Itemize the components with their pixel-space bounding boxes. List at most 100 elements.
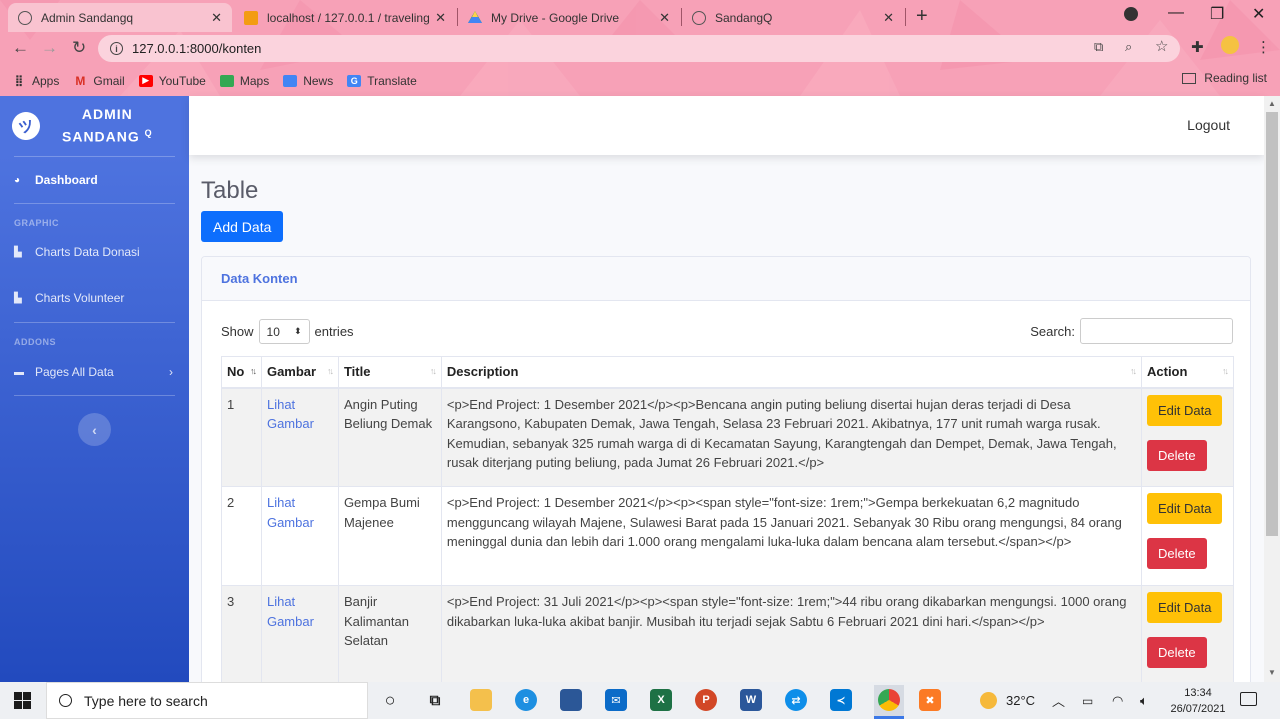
bookmark-label: Apps bbox=[32, 73, 60, 88]
google-drive-icon bbox=[468, 11, 482, 25]
restore-button[interactable]: ❐ bbox=[1210, 4, 1224, 24]
browser-menu-icon[interactable]: ⋮ bbox=[1256, 38, 1271, 56]
battery-icon[interactable]: ▭ bbox=[1082, 682, 1093, 719]
wifi-icon[interactable]: ◠ bbox=[1112, 682, 1123, 719]
lihat-gambar-link[interactable]: Lihat Gambar bbox=[267, 397, 314, 432]
close-tab-icon[interactable]: ✕ bbox=[435, 10, 446, 26]
close-window-button[interactable]: ✕ bbox=[1252, 4, 1265, 24]
mail-icon[interactable]: ✉ bbox=[605, 689, 627, 711]
sidebar-item-charts-volunteer[interactable]: ▙ Charts Volunteer bbox=[0, 274, 189, 322]
column-header-label: Action bbox=[1147, 364, 1188, 380]
delete-button[interactable]: Delete bbox=[1147, 538, 1207, 569]
bookmark-news[interactable]: News bbox=[283, 74, 333, 88]
entries-label: entries bbox=[314, 324, 354, 339]
bookmark-apps[interactable]: ⣿ Apps bbox=[12, 73, 60, 88]
sidebar-item-label: Dashboard bbox=[35, 173, 98, 187]
back-arrow-icon[interactable]: ← bbox=[12, 38, 29, 58]
teamviewer-icon[interactable]: ⇄ bbox=[785, 689, 807, 711]
show-hidden-icons-chevron-icon[interactable]: ︿ bbox=[1052, 682, 1065, 719]
weather-widget[interactable]: 32°C bbox=[980, 682, 1035, 719]
address-bar[interactable]: i 127.0.0.1:8000/konten bbox=[98, 35, 1180, 62]
edit-data-button[interactable]: Edit Data bbox=[1147, 592, 1223, 623]
bookmark-star-icon[interactable]: ☆ bbox=[1155, 37, 1168, 55]
logout-link[interactable]: Logout bbox=[1187, 117, 1230, 133]
word-icon[interactable]: W bbox=[740, 689, 762, 711]
sidebar-item-charts-donasi[interactable]: ▙ Charts Data Donasi bbox=[0, 230, 189, 274]
delete-button[interactable]: Delete bbox=[1147, 439, 1207, 471]
column-header-no[interactable]: No ↑↓ bbox=[221, 356, 262, 389]
profile-menu-icon[interactable] bbox=[1124, 7, 1138, 21]
tab-admin-sandangq[interactable]: Admin Sandangq ✕ bbox=[8, 3, 232, 32]
new-tab-button[interactable]: + bbox=[916, 5, 928, 28]
youtube-icon: ▶ bbox=[138, 74, 153, 87]
reading-list-button[interactable]: Reading list bbox=[1182, 71, 1267, 85]
cortana-icon[interactable]: ○ bbox=[379, 689, 401, 711]
chrome-icon[interactable] bbox=[878, 689, 900, 711]
task-view-icon[interactable]: ⧉ bbox=[424, 689, 446, 711]
sidebar-toggle-button[interactable]: ‹ bbox=[78, 413, 111, 446]
scroll-up-arrow-icon[interactable]: ▲ bbox=[1268, 99, 1276, 108]
cell-no: 3 bbox=[221, 585, 262, 685]
bookmark-translate[interactable]: G Translate bbox=[347, 74, 417, 88]
windows-start-icon[interactable] bbox=[14, 692, 31, 709]
add-data-button[interactable]: Add Data bbox=[201, 211, 284, 242]
sidebar-item-pages-all-data[interactable]: ▬ Pages All Data › bbox=[0, 349, 189, 395]
column-header-gambar[interactable]: Gambar ↑↓ bbox=[260, 356, 339, 389]
forward-arrow-icon[interactable]: → bbox=[41, 38, 58, 58]
edit-data-button[interactable]: Edit Data bbox=[1147, 394, 1223, 426]
xampp-icon[interactable]: ✖ bbox=[919, 689, 941, 711]
page-scrollbar[interactable]: ▲ ▼ bbox=[1264, 96, 1280, 682]
sidebar-item-label: Charts Volunteer bbox=[35, 291, 125, 305]
powerpoint-icon[interactable]: P bbox=[695, 689, 717, 711]
site-info-icon[interactable]: i bbox=[110, 42, 123, 55]
volume-icon[interactable]: 🔈︎ bbox=[1140, 682, 1148, 719]
zoom-icon[interactable]: ⌕ bbox=[1125, 39, 1132, 55]
file-explorer-icon[interactable] bbox=[470, 689, 492, 711]
brand-sup: Q bbox=[144, 128, 153, 139]
search-input[interactable] bbox=[1080, 318, 1233, 344]
sidebar-brand[interactable]: ツ ADMIN SANDANG Q bbox=[0, 96, 189, 156]
minimize-button[interactable]: — bbox=[1168, 4, 1184, 22]
excel-icon[interactable]: X bbox=[650, 689, 672, 711]
column-header-action[interactable]: Action ↑↓ bbox=[1141, 356, 1234, 389]
profile-avatar-icon[interactable] bbox=[1221, 36, 1239, 54]
lihat-gambar-link[interactable]: Lihat Gambar bbox=[267, 594, 314, 629]
taskbar-search-box[interactable]: Type here to search bbox=[46, 682, 368, 719]
column-header-description[interactable]: Description ↑↓ bbox=[440, 356, 1143, 389]
vscode-icon[interactable]: ≺ bbox=[830, 689, 852, 711]
search-icon bbox=[59, 694, 72, 707]
close-tab-icon[interactable]: ✕ bbox=[883, 10, 894, 26]
bookmark-youtube[interactable]: ▶ YouTube bbox=[138, 74, 206, 88]
taskbar-clock[interactable]: 13:34 26/07/2021 bbox=[1166, 685, 1230, 717]
search-label: Search: bbox=[1030, 323, 1075, 339]
column-header-title[interactable]: Title ↑↓ bbox=[337, 356, 442, 389]
entries-select[interactable]: 10 ⬍ bbox=[258, 319, 310, 344]
translate-page-icon[interactable]: ⧉ bbox=[1094, 39, 1103, 55]
close-tab-icon[interactable]: ✕ bbox=[659, 10, 670, 26]
entries-length-control: Show 10 ⬍ entries bbox=[221, 319, 354, 344]
edit-data-button[interactable]: Edit Data bbox=[1147, 493, 1223, 524]
notifications-icon[interactable] bbox=[1240, 692, 1257, 706]
scrollbar-thumb[interactable] bbox=[1266, 112, 1278, 536]
tab-title: SandangQ bbox=[715, 10, 773, 25]
extensions-icon[interactable]: ✚ bbox=[1191, 38, 1204, 56]
reload-icon[interactable]: ↻ bbox=[72, 38, 86, 58]
tab-sandangq[interactable]: SandangQ ✕ bbox=[682, 3, 904, 32]
sidebar-item-dashboard[interactable]: ◕ Dashboard bbox=[0, 157, 189, 203]
edge-icon[interactable]: e bbox=[515, 689, 537, 711]
scroll-down-arrow-icon[interactable]: ▼ bbox=[1268, 668, 1276, 677]
store-icon[interactable] bbox=[560, 689, 582, 711]
bookmark-gmail[interactable]: M Gmail bbox=[73, 74, 124, 88]
table-header-row: No ↑↓ Gambar ↑↓ Title ↑↓ Description ↑↓ Acti… bbox=[221, 356, 1234, 389]
close-tab-icon[interactable]: ✕ bbox=[211, 10, 222, 26]
tab-localhost[interactable]: localhost / 127.0.0.1 / travelingku ✕ bbox=[234, 3, 456, 32]
tab-separator bbox=[905, 8, 906, 26]
delete-button[interactable]: Delete bbox=[1147, 637, 1207, 668]
tab-google-drive[interactable]: My Drive - Google Drive ✕ bbox=[458, 3, 680, 32]
bookmark-maps[interactable]: Maps bbox=[219, 74, 269, 88]
folder-icon: ▬ bbox=[14, 366, 24, 378]
lihat-gambar-link[interactable]: Lihat Gambar bbox=[267, 495, 314, 530]
cell-title: Gempa Bumi Majenee bbox=[337, 486, 442, 586]
brand-text: ADMIN SANDANG Q bbox=[62, 105, 153, 147]
column-header-label: No bbox=[227, 364, 245, 380]
